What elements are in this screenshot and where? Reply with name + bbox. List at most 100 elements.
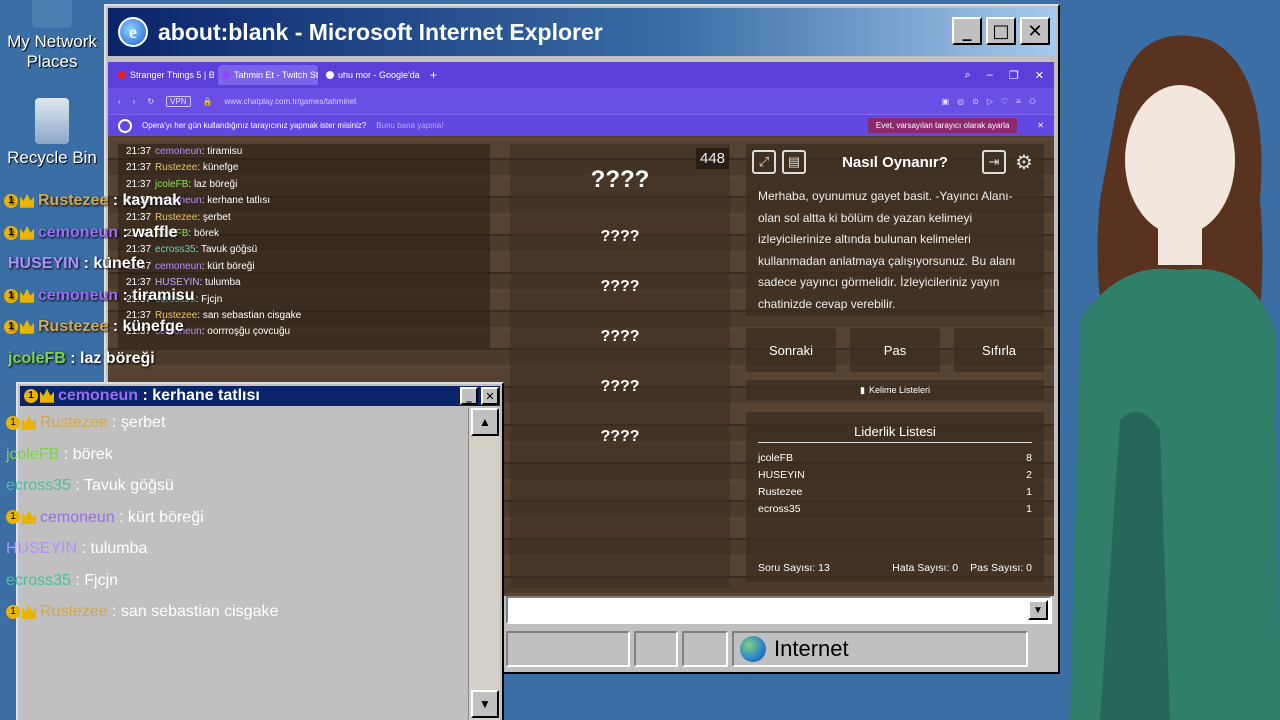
url-field[interactable]: www.chatplay.com.tr/games/tahminet: [224, 97, 929, 106]
minimize-button[interactable]: _: [460, 387, 478, 405]
overlay-chat-line: 1 cemoneun : waffle: [4, 224, 178, 242]
chat-message: : kerhane tatlısı: [138, 387, 260, 404]
tab-label: Tahmin Et - Twitch Stream: [234, 70, 318, 80]
overlay-chat-line: 1 Rustezee : kaymak: [4, 192, 181, 210]
default-browser-banner: Opera'yı her gün kullandığınız tarayıcın…: [108, 114, 1054, 136]
chat-message: börek: [193, 227, 219, 239]
badge-icon: 1: [6, 510, 20, 525]
chat-user: jcoleFB: [6, 445, 60, 463]
chat-message: : kürt böreği: [114, 508, 204, 526]
chat-message: kürt böreği: [207, 260, 255, 272]
chat-window-line: 1 cemoneun : kürt böreği: [6, 509, 204, 527]
set-default-button[interactable]: Evet, varsayılan tarayıcı olarak ayarla: [867, 118, 1018, 133]
chat-line: 21:37 ecross35: Tavuk göğsü: [118, 242, 490, 258]
scroll-up-button[interactable]: ▲: [471, 408, 499, 436]
hidden-word: ????: [600, 378, 640, 395]
ie-logo-icon: e: [118, 17, 148, 47]
how-to-play-text: Merhaba, oyunumuz gayet basit. -Yayıncı …: [758, 189, 1016, 311]
badge-icon: 1: [4, 288, 18, 303]
chat-message: laz böreği: [193, 178, 238, 190]
chat-user: HUSEYIN: [6, 540, 78, 557]
tab-google[interactable]: uhu mor - Google'da Ara: [322, 65, 422, 85]
chat-separator: :: [118, 287, 133, 304]
reset-button[interactable]: Sıfırla: [954, 328, 1044, 372]
fullscreen-icon[interactable]: ⤢: [752, 150, 776, 174]
restore-icon[interactable]: ❐: [1009, 69, 1019, 82]
chat-line: 21:37 Rustezee: künefge: [118, 160, 490, 176]
desktop-icon-network[interactable]: My Network Places: [2, 0, 102, 72]
logout-icon[interactable]: ⇥: [982, 150, 1006, 174]
search-tabs-icon[interactable]: ⌕: [965, 69, 971, 82]
tab-stranger-things[interactable]: Stranger Things 5 | Behind: [114, 65, 214, 85]
vpn-badge[interactable]: VPN: [166, 95, 191, 107]
forward-icon[interactable]: ›: [133, 97, 136, 106]
chat-window-line: 1 Rustezee : şerbet: [6, 414, 165, 432]
toolbar-icons[interactable]: ▣◎⊙▷♡≡⚇: [942, 97, 1044, 106]
tab-tahmin-et[interactable]: Tahmin Et - Twitch Stream: [218, 65, 318, 85]
new-tab-button[interactable]: +: [426, 68, 441, 82]
chat-separator: :: [118, 224, 133, 241]
close-button[interactable]: ✕: [1020, 17, 1050, 45]
scroll-down-button[interactable]: ▼: [471, 690, 499, 718]
leaderboard-row: HUSEYIN 2: [758, 469, 1032, 486]
chat-line: 21:37 jcoleFB: laz böreği: [118, 177, 490, 193]
pass-button[interactable]: Pas: [850, 328, 940, 372]
player-score: 2: [1026, 469, 1032, 481]
timer-counter: 448: [696, 148, 730, 169]
reload-icon[interactable]: ↻: [147, 97, 154, 106]
lock-icon: 🔒: [202, 96, 213, 106]
security-zone: Internet: [732, 631, 1028, 667]
ie-address-field[interactable]: ▼: [506, 596, 1052, 624]
crown-icon: [20, 319, 34, 334]
banner-link[interactable]: Bunu bana yapma!: [376, 121, 443, 130]
next-button[interactable]: Sonraki: [746, 328, 836, 372]
hidden-word: ????: [600, 278, 640, 295]
back-icon[interactable]: ‹: [118, 97, 121, 106]
overlay-chat-line: HUSEYIN : künefe: [8, 255, 145, 273]
chat-user: ecross35: [6, 571, 71, 589]
chevron-down-icon[interactable]: ▼: [1028, 600, 1048, 620]
hidden-word: ????: [600, 328, 640, 345]
ie-titlebar[interactable]: e about:blank - Microsoft Internet Explo…: [108, 8, 1056, 56]
chat-separator: :: [108, 192, 123, 209]
document-icon[interactable]: ▤: [782, 150, 806, 174]
banner-close-icon[interactable]: ✕: [1037, 121, 1044, 130]
player-score: 8: [1026, 452, 1032, 464]
chat-message: : şerbet: [107, 414, 166, 431]
maximize-button[interactable]: □: [986, 17, 1016, 45]
chat-window-line: ecross35 : Fjcjn: [6, 572, 118, 590]
leaderboard-row: jcoleFB 8: [758, 452, 1032, 469]
chat-user: Rustezee: [38, 192, 109, 209]
opera-tabbar: Stranger Things 5 | Behind Tahmin Et - T…: [108, 62, 1054, 88]
status-cell: [634, 631, 678, 667]
gear-icon[interactable]: ⚙: [1012, 150, 1036, 174]
chat-message: laz böreği: [80, 350, 155, 367]
chat-user: cemoneun: [155, 146, 202, 157]
chat-user: Rustezee: [38, 318, 109, 335]
chat-message: san sebastian cisgake: [202, 309, 302, 321]
chat-time: 21:37: [126, 162, 152, 174]
hidden-word-main: ????: [590, 166, 650, 193]
chat-message: şerbet: [202, 211, 231, 223]
badge-icon: 1: [4, 319, 18, 334]
pass-count: Pas Sayısı: 0: [970, 562, 1032, 574]
chat-message: : börek: [59, 445, 113, 463]
close-button[interactable]: ✕: [481, 387, 499, 405]
chat-window: 1 cemoneun : kerhane tatlısı _ ✕ 1 Rusteze…: [6, 382, 504, 720]
minimize-icon[interactable]: –: [987, 69, 993, 82]
twitch-icon: [222, 71, 230, 79]
scrollbar[interactable]: ▲ ▼: [468, 408, 500, 720]
chat-message: tulumba: [205, 277, 241, 289]
desktop-icon-recycle[interactable]: Recycle Bin: [2, 98, 102, 168]
minimize-button[interactable]: _: [952, 17, 982, 45]
word-lists-button[interactable]: ▮ Kelime Listeleri: [746, 380, 1044, 400]
chat-user: Rustezee: [40, 414, 108, 431]
hidden-word: ????: [600, 228, 640, 245]
chat-message: : Fjcjn: [70, 571, 119, 589]
chat-window-titlebar[interactable]: 1 cemoneun : kerhane tatlısı _ ✕: [20, 386, 500, 406]
overlay-chat-line: 1 cemoneun : tiramisu: [4, 287, 194, 305]
close-icon[interactable]: ✕: [1035, 69, 1044, 82]
zone-label: Internet: [774, 636, 849, 661]
error-count: Hata Sayısı: 0: [892, 562, 959, 574]
chat-time: 21:37: [126, 178, 152, 190]
